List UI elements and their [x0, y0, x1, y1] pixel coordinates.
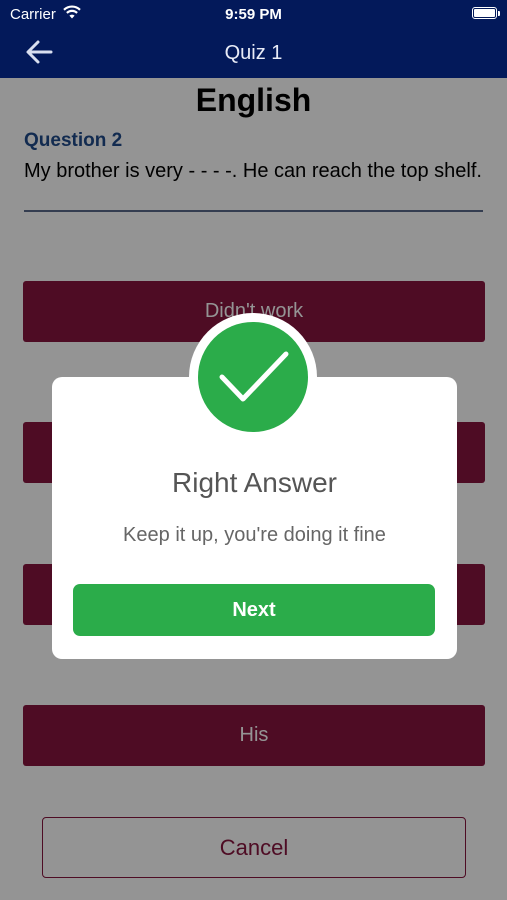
nav-title: Quiz 1 [224, 42, 283, 64]
battery-icon [472, 7, 500, 19]
clock: 9:59 PM [225, 6, 282, 23]
dialog-title: Right Answer [172, 467, 337, 498]
next-button[interactable]: Next [73, 584, 435, 636]
checkmark-icon [219, 351, 289, 402]
status-bar: Carrier 9:59 PM [0, 0, 507, 28]
dialog-message: Keep it up, you're doing it fine [123, 524, 386, 546]
success-badge [198, 322, 308, 432]
top-bar: Carrier 9:59 PM Quiz 1 [0, 0, 507, 78]
